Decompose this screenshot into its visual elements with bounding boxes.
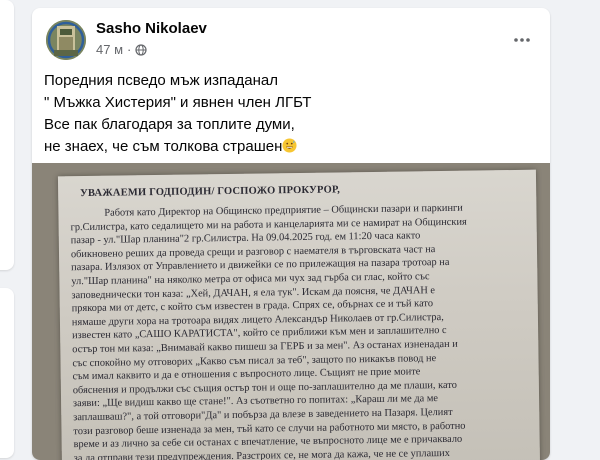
left-sidebar-card-lower [0,288,14,458]
post-text: Поредния псведо мъж изпаданал " Мъжка Хи… [44,70,538,158]
separator-dot: · [127,42,132,57]
more-horizontal-icon [514,38,530,42]
post-text-line: Поредния псведо мъж изпаданал [44,72,278,89]
post-card: Sasho Nikolaev 47 м · Поредния псведо мъ… [32,8,550,460]
post-time[interactable]: 47 м [96,42,123,57]
author-name[interactable]: Sasho Nikolaev [96,20,207,37]
post-photo[interactable]: УВАЖАЕМИ ГОДПОДИН/ ГОСПОЖО ПРОКУРОР, Раб… [32,163,550,460]
post-text-line-with-emoji: не знаех, че съм толкова страшен [44,136,538,158]
post-header: Sasho Nikolaev 47 м · [44,18,538,64]
post-text-line: Все пак благодаря за топлите думи, [44,116,295,133]
more-options-button[interactable] [504,22,540,58]
post-text-line: не знаех, че съм толкова страшен [44,138,283,155]
grin-sweat-emoji [282,138,297,153]
globe-icon[interactable] [135,43,147,56]
author-avatar[interactable] [46,20,86,60]
document-text: УВАЖАЕМИ ГОДПОДИН/ ГОСПОЖО ПРОКУРОР, Раб… [70,182,532,460]
left-sidebar-card [0,0,14,270]
document-body: Работя като Директор на Общинско предпри… [70,201,532,460]
post-meta: 47 м · [96,42,147,57]
post-text-line: " Мъжка Хистерия" и явнен член ЛГБТ [44,94,312,111]
